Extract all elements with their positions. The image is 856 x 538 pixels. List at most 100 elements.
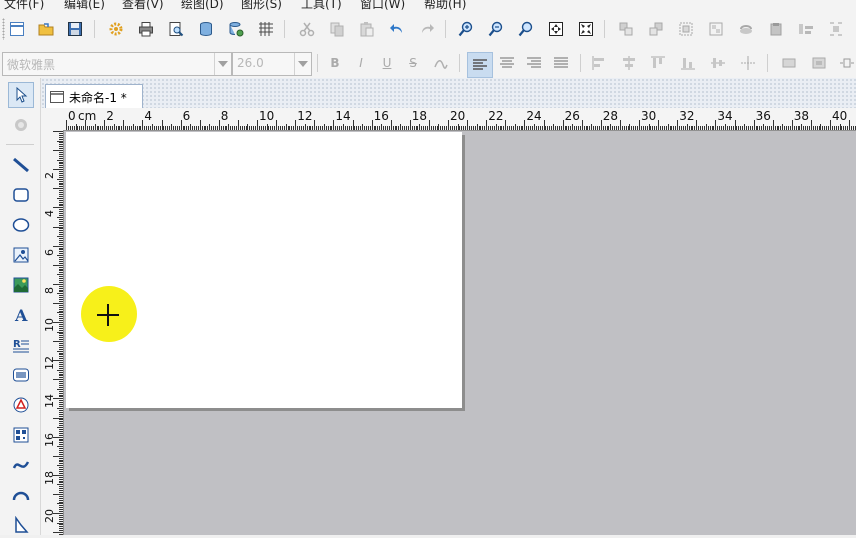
text-a-icon: A: [14, 306, 28, 324]
barcode-tool-button[interactable]: [8, 362, 34, 388]
ruler-unit: cm: [78, 109, 97, 123]
svg-text:A: A: [14, 306, 28, 324]
ellipse-tool-button[interactable]: [8, 212, 34, 238]
ruler-label: 24: [526, 109, 542, 123]
align-objects-middle-button[interactable]: [707, 52, 729, 74]
font-name-select[interactable]: 微软雅黑: [2, 52, 232, 76]
text-effect-button[interactable]: [430, 52, 452, 74]
polygon-tool-button[interactable]: [8, 512, 34, 538]
font-size-value: 26.0: [237, 56, 264, 70]
font-size-select[interactable]: 26.0: [232, 52, 312, 76]
fit-page-button[interactable]: [545, 18, 567, 40]
group-button[interactable]: [675, 18, 697, 40]
rectangle-tool-button[interactable]: [8, 182, 34, 208]
toolbar-grip[interactable]: [2, 18, 5, 40]
print-button[interactable]: [135, 18, 157, 40]
ruler-label: 8: [43, 286, 56, 294]
fit-width-button[interactable]: [575, 18, 597, 40]
send-back-button[interactable]: [645, 18, 667, 40]
qrcode-icon: [13, 427, 29, 443]
same-width-button[interactable]: [778, 52, 800, 74]
distribute-button[interactable]: [795, 18, 817, 40]
print-preview-button[interactable]: [165, 18, 187, 40]
align-center-icon: [500, 57, 514, 68]
space-evenly-button[interactable]: [737, 52, 759, 74]
ruler-label: 30: [641, 109, 657, 123]
ruler-label: 2: [43, 172, 56, 180]
justify-button[interactable]: [550, 52, 572, 74]
zoom-in-button[interactable]: [455, 18, 477, 40]
arc-tool-button[interactable]: [8, 482, 34, 508]
menu-tools[interactable]: 工具(T): [301, 0, 342, 10]
background-image-tool-button[interactable]: [8, 272, 34, 298]
folder-open-icon: [38, 23, 54, 36]
image-tool-button[interactable]: [8, 242, 34, 268]
save-button[interactable]: [64, 18, 86, 40]
grid-button[interactable]: [255, 18, 277, 40]
menu-file[interactable]: 文件(F): [4, 0, 44, 10]
tab-document[interactable]: 未命名-1 *: [45, 84, 143, 109]
vertical-ruler: 246810121416182022: [41, 130, 64, 535]
bring-front-icon: [619, 22, 633, 36]
align-right-button[interactable]: [523, 52, 545, 74]
picture-icon: [13, 247, 29, 263]
align-objects-center-icon: [623, 56, 635, 70]
save-icon: [68, 22, 82, 36]
same-size-button[interactable]: [836, 52, 856, 74]
undo-button[interactable]: [386, 18, 408, 40]
ungroup-button[interactable]: [705, 18, 727, 40]
italic-button[interactable]: I: [350, 52, 372, 74]
settings-button[interactable]: [105, 18, 127, 40]
align-center-button[interactable]: [496, 52, 518, 74]
chevron-down-icon[interactable]: [214, 53, 231, 75]
underline-button[interactable]: U: [376, 52, 398, 74]
menu-window[interactable]: 窗口(W): [360, 0, 405, 10]
rotate-tool-button[interactable]: [8, 112, 34, 138]
line-tool-button[interactable]: [8, 152, 34, 178]
same-height-button[interactable]: [808, 52, 830, 74]
menu-edit[interactable]: 编辑(E): [64, 0, 105, 10]
align-left-objects-button[interactable]: [765, 18, 787, 40]
bring-front-button[interactable]: [615, 18, 637, 40]
undo-icon: [390, 24, 402, 33]
cut-button[interactable]: [296, 18, 318, 40]
database-button[interactable]: [195, 18, 217, 40]
shape-tool-button[interactable]: [8, 392, 34, 418]
menu-shape[interactable]: 图形(S): [241, 0, 282, 10]
ruler-label: 6: [182, 109, 191, 123]
qrcode-tool-button[interactable]: [8, 422, 34, 448]
menu-draw[interactable]: 绘图(D): [181, 0, 224, 10]
redo-button[interactable]: [416, 18, 438, 40]
rich-text-tool-button[interactable]: R: [8, 332, 34, 358]
menu-view[interactable]: 查看(V): [122, 0, 164, 10]
database-settings-button[interactable]: [225, 18, 247, 40]
window-icon: [50, 91, 64, 103]
center-objects-icon: [830, 22, 842, 36]
new-file-button[interactable]: [6, 18, 28, 40]
strikethrough-button[interactable]: S: [402, 52, 424, 74]
menu-help[interactable]: 帮助(H): [424, 0, 466, 10]
zoom-actual-button[interactable]: [515, 18, 537, 40]
ruler-label: 14: [43, 394, 56, 409]
align-left-button[interactable]: [467, 52, 493, 78]
open-file-button[interactable]: [35, 18, 57, 40]
align-objects-bottom-button[interactable]: [677, 52, 699, 74]
zoom-out-icon: [488, 21, 503, 37]
design-canvas[interactable]: [64, 131, 856, 535]
zoom-out-button[interactable]: [485, 18, 507, 40]
paste-button[interactable]: [356, 18, 378, 40]
text-tool-button[interactable]: A: [8, 302, 34, 328]
copy-button[interactable]: [326, 18, 348, 40]
chevron-down-icon[interactable]: [294, 53, 311, 75]
bold-button[interactable]: B: [324, 52, 346, 74]
fit-width-icon: [579, 22, 593, 36]
ruler-label: 8: [220, 109, 229, 123]
lock-button[interactable]: [735, 18, 757, 40]
center-objects-button[interactable]: [825, 18, 847, 40]
align-objects-center-button[interactable]: [618, 52, 640, 74]
align-objects-top-button[interactable]: [647, 52, 669, 74]
curve-tool-button[interactable]: [8, 452, 34, 478]
select-tool-button[interactable]: [8, 82, 34, 108]
label-page[interactable]: [66, 132, 462, 408]
align-objects-left-button[interactable]: [588, 52, 610, 74]
